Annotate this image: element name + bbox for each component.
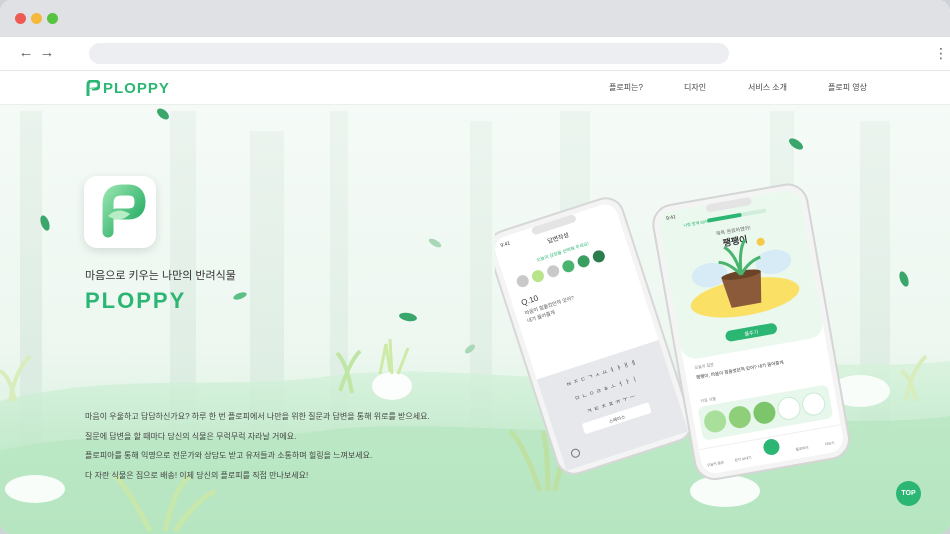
ploppy-logo-icon: [86, 80, 100, 96]
app-icon: [84, 176, 156, 248]
site-header: PLOPPY 플로피는? 디자인 서비스 소개 플로피 영상: [0, 71, 950, 105]
address-bar[interactable]: [89, 43, 729, 64]
scroll-top-button[interactable]: TOP: [896, 481, 921, 506]
browser-window: ← → ⋮ PLOPPY 플로피는? 디자인 서비스 소개 플로피 영상 마음으…: [0, 0, 950, 534]
browser-titlebar: [0, 0, 950, 37]
maximize-window-button[interactable]: [47, 13, 58, 24]
description-line: 마음이 우울하고 답답하신가요? 하루 한 번 플로피에서 나만을 위한 질문과…: [85, 412, 430, 421]
nav-video[interactable]: 플로피 영상: [828, 82, 867, 93]
description-line: 다 자란 식물은 집으로 배송! 이제 당신의 플로피를 직접 만나보세요!: [85, 470, 309, 480]
nav-service[interactable]: 서비스 소개: [748, 82, 787, 93]
minimize-window-button[interactable]: [31, 13, 42, 24]
kebab-menu-icon[interactable]: ⋮: [934, 44, 948, 62]
arrow-left-icon[interactable]: ←: [18, 45, 34, 61]
close-window-button[interactable]: [15, 13, 26, 24]
web-page: PLOPPY 플로피는? 디자인 서비스 소개 플로피 영상 마음으로 키우는 …: [0, 71, 950, 534]
arrow-right-icon[interactable]: →: [39, 45, 55, 61]
hero-brand: PLOPPY: [85, 288, 187, 313]
description-line: 플로피아를 통해 익명으로 전문가와 상담도 받고 유저들과 소통하며 힐링을 …: [85, 451, 373, 460]
browser-toolbar: ← → ⋮: [0, 37, 950, 71]
site-logo[interactable]: PLOPPY: [86, 79, 170, 97]
ploppy-app-logo-icon: [102, 184, 146, 238]
nav-design[interactable]: 디자인: [684, 82, 706, 93]
logo-text: PLOPPY: [103, 79, 170, 97]
description-line: 질문에 답변을 할 때마다 당신의 식물은 무럭무럭 자라날 거에요.: [85, 431, 297, 441]
nav-about[interactable]: 플로피는?: [609, 82, 643, 93]
hero-description: 마음이 우울하고 답답하신가요? 하루 한 번 플로피에서 나만을 위한 질문과…: [85, 407, 430, 485]
hero-tagline: 마음으로 키우는 나만의 반려식물: [85, 270, 236, 282]
phones-mockup: 9:41 답변작성 오늘의 감정을 선택해 주세요! Q.10 마음이 힘들었던…: [495, 183, 850, 481]
